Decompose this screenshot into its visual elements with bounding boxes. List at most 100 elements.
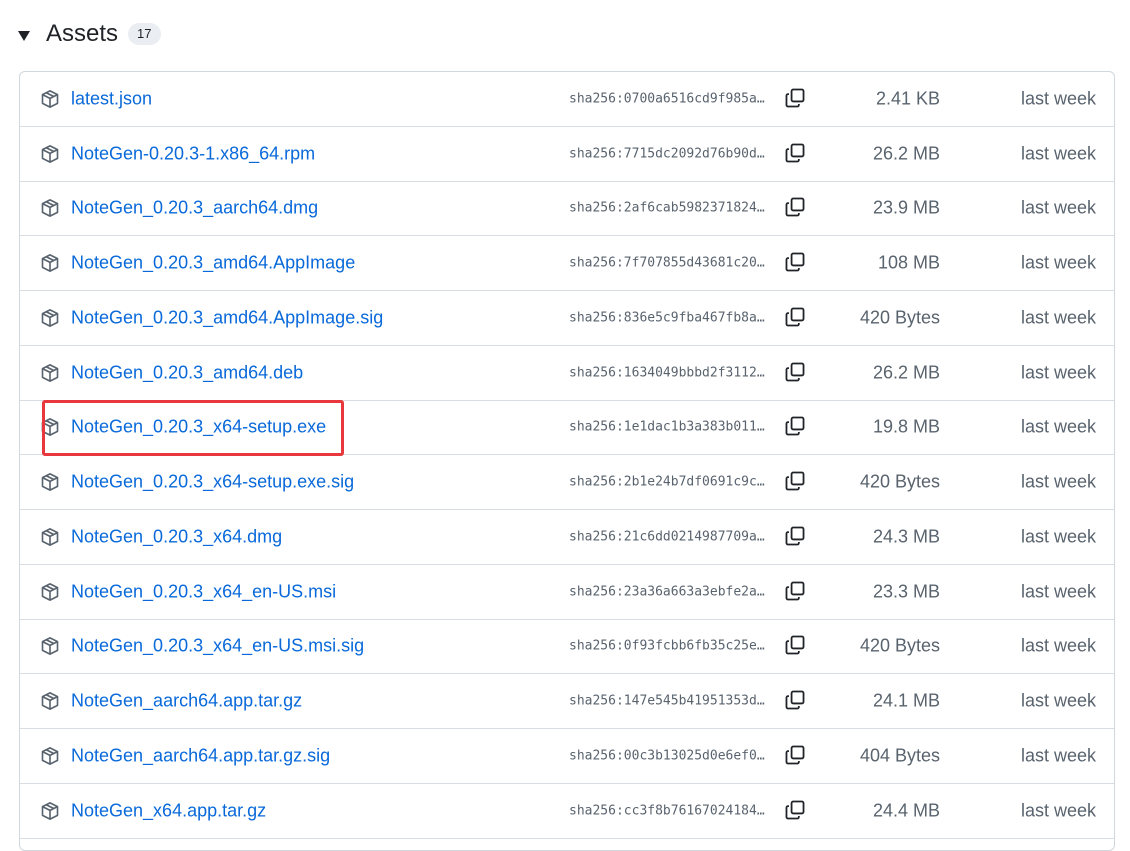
asset-download-link[interactable]: NoteGen_0.20.3_x64_en-US.msi	[71, 581, 336, 602]
asset-sha256: sha256:2b1e24b7df0691c9c…	[569, 474, 765, 490]
asset-download-link[interactable]: NoteGen_0.20.3_x64_en-US.msi.sig	[71, 636, 364, 657]
assets-title[interactable]: Assets	[46, 20, 118, 48]
triangle-down-icon[interactable]	[18, 31, 30, 41]
assets-count-badge: 17	[128, 23, 161, 45]
asset-row: NoteGen_0.20.3_amd64.deb sha256:1634049bb…	[20, 346, 1114, 401]
asset-download-link[interactable]: NoteGen_0.20.3_x64-setup.exe	[71, 417, 326, 438]
asset-size: 26.2 MB	[872, 362, 940, 383]
asset-size: 26.2 MB	[872, 143, 940, 164]
asset-download-link[interactable]: NoteGen_0.20.3_amd64.deb	[71, 362, 303, 383]
asset-sha256: sha256:7715dc2092d76b90d…	[569, 146, 765, 162]
package-icon	[40, 636, 60, 656]
asset-sha256: sha256:cc3f8b76167024184…	[569, 803, 765, 819]
asset-sha256: sha256:7f707855d43681c20…	[569, 255, 765, 271]
asset-size: 24.4 MB	[872, 800, 940, 821]
package-icon	[40, 144, 60, 164]
asset-download-link[interactable]: NoteGen_0.20.3_x64.dmg	[71, 526, 282, 547]
copy-icon[interactable]	[784, 415, 808, 439]
copy-icon[interactable]	[784, 525, 808, 549]
asset-row: NoteGen_aarch64.app.tar.gz.sig sha256:00c…	[20, 729, 1114, 784]
asset-download-link[interactable]: latest.json	[71, 88, 152, 109]
copy-icon[interactable]	[784, 689, 808, 713]
asset-row: NoteGen_0.20.3_x64.dmg sha256:21c6dd02149…	[20, 510, 1114, 565]
asset-size: 24.1 MB	[872, 690, 940, 711]
asset-row: latest.json sha256:0700a6516cd9f985a… 2.41…	[20, 72, 1114, 127]
asset-row: NoteGen_0.20.3_x64-setup.exe sha256:1e1da…	[20, 401, 1114, 456]
assets-list: latest.json sha256:0700a6516cd9f985a… 2.41…	[19, 71, 1115, 851]
package-icon	[40, 308, 60, 328]
package-icon	[40, 89, 60, 109]
asset-download-link[interactable]: NoteGen-0.20.3-1.x86_64.rpm	[71, 143, 315, 164]
asset-date: last week	[1020, 745, 1096, 766]
copy-icon[interactable]	[784, 799, 808, 823]
asset-row: NoteGen_0.20.3_aarch64.dmg sha256:2af6cab…	[20, 182, 1114, 237]
asset-row: NoteGen_0.20.3_x64-setup.exe.sig sha256:2…	[20, 455, 1114, 510]
asset-sha256: sha256:0700a6516cd9f985a…	[569, 91, 765, 107]
asset-row: NoteGen_0.20.3_amd64.AppImage sha256:7f70…	[20, 236, 1114, 291]
asset-size: 19.8 MB	[872, 416, 940, 437]
asset-date: last week	[1020, 252, 1096, 273]
asset-size: 23.3 MB	[872, 581, 940, 602]
asset-sha256: sha256:21c6dd0214987709a…	[569, 529, 765, 545]
asset-size: 24.3 MB	[872, 526, 940, 547]
asset-download-link[interactable]: NoteGen_0.20.3_aarch64.dmg	[71, 198, 318, 219]
package-icon	[40, 363, 60, 383]
asset-date: last week	[1020, 471, 1096, 492]
asset-sha256: sha256:1e1dac1b3a383b011…	[569, 419, 765, 435]
package-icon	[40, 198, 60, 218]
package-icon	[40, 801, 60, 821]
copy-icon[interactable]	[784, 580, 808, 604]
copy-icon[interactable]	[784, 470, 808, 494]
asset-size: 108 MB	[877, 252, 940, 273]
asset-date: last week	[1020, 581, 1096, 602]
copy-icon[interactable]	[784, 361, 808, 385]
copy-icon[interactable]	[784, 634, 808, 658]
asset-row: NoteGen_x64.app.tar.gz sha256:cc3f8b76167…	[20, 784, 1114, 839]
asset-date: last week	[1020, 635, 1096, 656]
asset-sha256: sha256:00c3b13025d0e6ef0…	[569, 748, 765, 764]
asset-date: last week	[1020, 800, 1096, 821]
asset-size: 420 Bytes	[859, 635, 940, 656]
asset-row: NoteGen_0.20.3_x64_en-US.msi.sig sha256:0…	[20, 620, 1114, 675]
asset-date: last week	[1020, 88, 1096, 109]
package-icon	[40, 527, 60, 547]
asset-download-link[interactable]: NoteGen_x64.app.tar.gz	[71, 800, 266, 821]
asset-date: last week	[1020, 362, 1096, 383]
asset-size: 420 Bytes	[859, 307, 940, 328]
asset-date: last week	[1020, 143, 1096, 164]
asset-date: last week	[1020, 416, 1096, 437]
asset-row: NoteGen_0.20.3_amd64.AppImage.sig sha256:…	[20, 291, 1114, 346]
package-icon	[40, 472, 60, 492]
asset-download-link[interactable]: NoteGen_aarch64.app.tar.gz.sig	[71, 745, 330, 766]
asset-date: last week	[1020, 526, 1096, 547]
asset-date: last week	[1020, 307, 1096, 328]
package-icon	[40, 417, 60, 437]
asset-sha256: sha256:147e545b41951353d…	[569, 693, 765, 709]
asset-download-link[interactable]: NoteGen_0.20.3_amd64.AppImage	[71, 253, 355, 274]
copy-icon[interactable]	[784, 196, 808, 220]
asset-size: 2.41 KB	[875, 88, 940, 109]
asset-sha256: sha256:1634049bbbd2f3112…	[569, 365, 765, 381]
asset-download-link[interactable]: NoteGen_aarch64.app.tar.gz	[71, 691, 302, 712]
copy-icon[interactable]	[784, 87, 808, 111]
asset-sha256: sha256:2af6cab5982371824…	[569, 200, 765, 216]
copy-icon[interactable]	[784, 744, 808, 768]
asset-sha256: sha256:0f93fcbb6fb35c25e…	[569, 638, 765, 654]
copy-icon[interactable]	[784, 306, 808, 330]
asset-row: NoteGen-0.20.3-1.x86_64.rpm sha256:7715dc…	[20, 127, 1114, 182]
asset-size: 404 Bytes	[859, 745, 940, 766]
package-icon	[40, 691, 60, 711]
package-icon	[40, 582, 60, 602]
assets-header: Assets 17	[18, 16, 161, 52]
asset-row: NoteGen_0.20.3_x64_en-US.msi sha256:23a36…	[20, 565, 1114, 620]
asset-download-link[interactable]: NoteGen_0.20.3_amd64.AppImage.sig	[71, 307, 383, 328]
asset-sha256: sha256:23a36a663a3ebfe2a…	[569, 584, 765, 600]
package-icon	[40, 253, 60, 273]
asset-sha256: sha256:836e5c9fba467fb8a…	[569, 310, 765, 326]
asset-size: 420 Bytes	[859, 471, 940, 492]
asset-date: last week	[1020, 690, 1096, 711]
asset-row: NoteGen_aarch64.app.tar.gz sha256:147e545…	[20, 674, 1114, 729]
copy-icon[interactable]	[784, 251, 808, 275]
copy-icon[interactable]	[784, 142, 808, 166]
asset-download-link[interactable]: NoteGen_0.20.3_x64-setup.exe.sig	[71, 472, 354, 493]
